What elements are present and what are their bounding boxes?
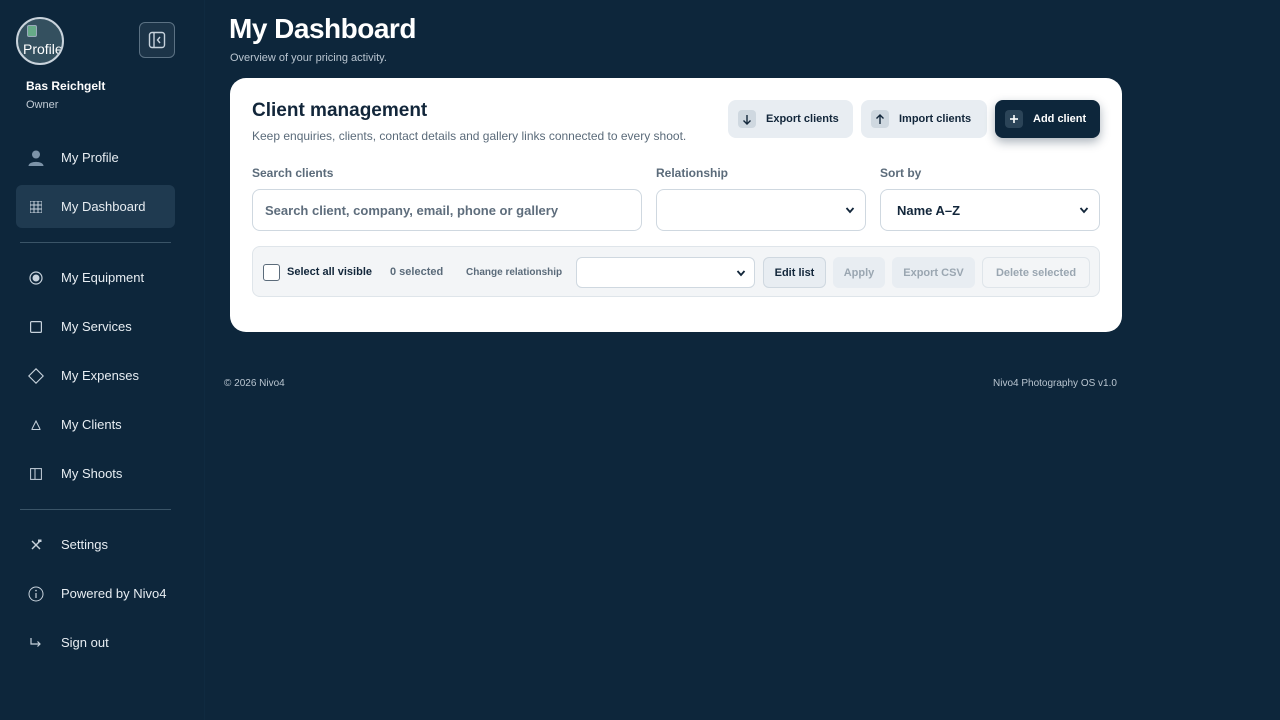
shoots-icon	[26, 464, 46, 484]
sidebar-item-my-services[interactable]: My Services	[16, 305, 175, 348]
page-title: My Dashboard	[229, 13, 416, 44]
edit-list-label: Edit list	[774, 266, 815, 279]
delete-selected-button[interactable]: Delete selected	[982, 257, 1090, 288]
bulk-actions-bar: Select all visible 0 selected Change rel…	[252, 246, 1100, 297]
avatar-alt-text: Profile	[23, 41, 63, 57]
client-management-card: Client management Keep enquiries, client…	[230, 78, 1122, 332]
sort-by-value: Name A–Z	[897, 202, 961, 218]
sidebar-item-my-equipment[interactable]: My Equipment	[16, 256, 175, 299]
sidebar-item-label: My Shoots	[61, 466, 123, 481]
radio-icon	[26, 268, 46, 288]
diamond-icon	[26, 366, 46, 386]
search-clients-label: Search clients	[252, 166, 334, 180]
footer-version: Nivo4 Photography OS v1.0	[993, 378, 1117, 389]
sort-by-select[interactable]: Name A–Z	[880, 189, 1100, 231]
sidebar-item-powered-by[interactable]: Powered by Nivo4	[16, 572, 175, 615]
sidebar-divider	[20, 242, 171, 243]
page-subtitle: Overview of your pricing activity.	[230, 52, 387, 64]
change-relationship-label: Change relationship	[466, 267, 563, 278]
footer-copyright: © 2026 Nivo4	[224, 378, 285, 389]
info-icon	[26, 584, 46, 604]
edit-list-button[interactable]: Edit list	[763, 257, 826, 288]
tools-icon	[26, 535, 46, 555]
sidebar-item-my-dashboard[interactable]: My Dashboard	[16, 185, 175, 228]
apply-label: Apply	[843, 266, 875, 279]
chevron-down-icon	[1079, 207, 1089, 214]
select-all-label[interactable]: Select all visible	[287, 266, 372, 278]
user-role: Owner	[26, 99, 59, 111]
sidebar: Profile Bas Reichgelt Owner My Profile M…	[0, 0, 205, 720]
sidebar-item-settings[interactable]: Settings	[16, 523, 175, 566]
search-clients-field	[252, 189, 642, 231]
sidebar-item-label: My Equipment	[61, 270, 145, 285]
clients-icon	[26, 415, 46, 435]
sidebar-collapse-icon	[148, 31, 166, 49]
user-name: Bas Reichgelt	[26, 79, 106, 93]
sidebar-item-sign-out[interactable]: Sign out	[16, 621, 175, 664]
change-relationship-select[interactable]	[576, 257, 755, 288]
user-icon	[26, 148, 46, 168]
add-client-label: Add client	[1033, 113, 1087, 125]
sidebar-item-my-clients[interactable]: My Clients	[16, 403, 175, 446]
apply-button[interactable]: Apply	[833, 257, 885, 288]
broken-image-icon	[27, 25, 37, 37]
import-clients-label: Import clients	[899, 113, 972, 125]
import-clients-button[interactable]: Import clients	[861, 100, 987, 138]
sidebar-item-label: My Profile	[61, 150, 119, 165]
sidebar-item-my-shoots[interactable]: My Shoots	[16, 452, 175, 495]
square-icon	[26, 317, 46, 337]
sign-out-icon	[26, 633, 46, 653]
export-csv-label: Export CSV	[903, 266, 964, 279]
sidebar-item-label: Powered by Nivo4	[61, 586, 167, 601]
relationship-label: Relationship	[656, 166, 729, 180]
chevron-down-icon	[845, 207, 855, 214]
sidebar-item-label: Sign out	[61, 635, 109, 650]
sidebar-item-my-profile[interactable]: My Profile	[16, 136, 175, 179]
sidebar-item-label: My Dashboard	[61, 199, 146, 214]
sidebar-item-label: Settings	[61, 537, 108, 552]
sidebar-item-label: My Services	[61, 319, 132, 334]
arrow-up-icon	[871, 110, 889, 128]
select-all-checkbox[interactable]	[263, 264, 280, 281]
card-title: Client management	[252, 100, 428, 121]
export-csv-button[interactable]: Export CSV	[892, 257, 975, 288]
search-input[interactable]	[253, 190, 641, 230]
sidebar-item-label: My Expenses	[61, 368, 140, 383]
plus-icon	[1005, 110, 1023, 128]
export-clients-label: Export clients	[766, 113, 839, 125]
sidebar-item-label: My Clients	[61, 417, 122, 432]
export-clients-button[interactable]: Export clients	[728, 100, 853, 138]
avatar[interactable]: Profile	[16, 17, 64, 65]
arrow-down-icon	[738, 110, 756, 128]
collapse-sidebar-button[interactable]	[139, 22, 175, 58]
relationship-select[interactable]	[656, 189, 866, 231]
sidebar-divider	[20, 509, 171, 510]
chevron-down-icon	[736, 269, 746, 276]
grid-icon	[26, 197, 46, 217]
card-subtitle: Keep enquiries, clients, contact details…	[252, 129, 687, 143]
selected-count: 0 selected	[390, 266, 444, 278]
sidebar-item-my-expenses[interactable]: My Expenses	[16, 354, 175, 397]
delete-selected-label: Delete selected	[995, 266, 1077, 279]
add-client-button[interactable]: Add client	[995, 100, 1100, 138]
sort-by-label: Sort by	[880, 166, 922, 180]
